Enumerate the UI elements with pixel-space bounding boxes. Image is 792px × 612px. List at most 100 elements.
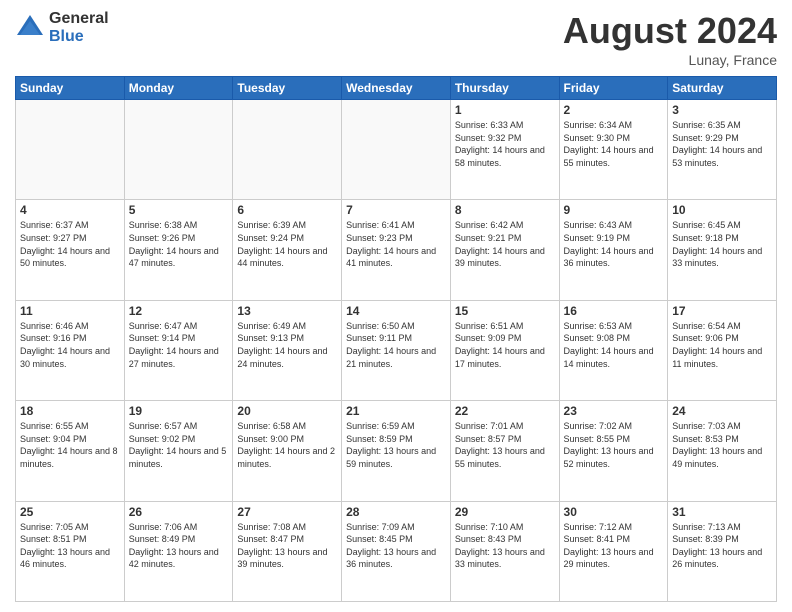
calendar-table: Sunday Monday Tuesday Wednesday Thursday… <box>15 76 777 602</box>
day-info: Sunrise: 6:34 AM Sunset: 9:30 PM Dayligh… <box>564 119 664 169</box>
day-number: 11 <box>20 304 120 318</box>
day-number: 17 <box>672 304 772 318</box>
week-row-1: 1 Sunrise: 6:33 AM Sunset: 9:32 PM Daylig… <box>16 100 777 200</box>
day-number: 1 <box>455 103 555 117</box>
day-cell-3-3: 21 Sunrise: 6:59 AM Sunset: 8:59 PM Dayli… <box>342 401 451 501</box>
day-cell-1-3: 7 Sunrise: 6:41 AM Sunset: 9:23 PM Daylig… <box>342 200 451 300</box>
day-cell-1-6: 10Sunrise: 6:45 AM Sunset: 9:18 PM Dayli… <box>668 200 777 300</box>
day-info: Sunrise: 6:41 AM Sunset: 9:23 PM Dayligh… <box>346 219 446 269</box>
day-cell-0-2 <box>233 100 342 200</box>
day-cell-0-5: 2 Sunrise: 6:34 AM Sunset: 9:30 PM Daylig… <box>559 100 668 200</box>
day-info: Sunrise: 6:38 AM Sunset: 9:26 PM Dayligh… <box>129 219 229 269</box>
day-number: 24 <box>672 404 772 418</box>
day-number: 13 <box>237 304 337 318</box>
day-info: Sunrise: 6:49 AM Sunset: 9:13 PM Dayligh… <box>237 320 337 370</box>
day-cell-3-1: 19Sunrise: 6:57 AM Sunset: 9:02 PM Dayli… <box>124 401 233 501</box>
day-info: Sunrise: 7:06 AM Sunset: 8:49 PM Dayligh… <box>129 521 229 571</box>
day-info: Sunrise: 6:33 AM Sunset: 9:32 PM Dayligh… <box>455 119 555 169</box>
day-info: Sunrise: 6:39 AM Sunset: 9:24 PM Dayligh… <box>237 219 337 269</box>
day-info: Sunrise: 6:58 AM Sunset: 9:00 PM Dayligh… <box>237 420 337 470</box>
day-info: Sunrise: 7:03 AM Sunset: 8:53 PM Dayligh… <box>672 420 772 470</box>
day-cell-2-2: 13 Sunrise: 6:49 AM Sunset: 9:13 PM Dayli… <box>233 300 342 400</box>
day-cell-1-1: 5 Sunrise: 6:38 AM Sunset: 9:26 PM Daylig… <box>124 200 233 300</box>
col-sunday: Sunday <box>16 77 125 100</box>
week-row-3: 11Sunrise: 6:46 AM Sunset: 9:16 PM Dayli… <box>16 300 777 400</box>
logo-text: General Blue <box>49 10 109 45</box>
location: Lunay, France <box>563 52 777 68</box>
day-info: Sunrise: 6:54 AM Sunset: 9:06 PM Dayligh… <box>672 320 772 370</box>
header: General Blue August 2024 Lunay, France <box>15 10 777 68</box>
day-cell-3-5: 23Sunrise: 7:02 AM Sunset: 8:55 PM Dayli… <box>559 401 668 501</box>
week-row-2: 4Sunrise: 6:37 AM Sunset: 9:27 PM Daylig… <box>16 200 777 300</box>
day-cell-3-4: 22 Sunrise: 7:01 AM Sunset: 8:57 PM Dayli… <box>450 401 559 501</box>
day-info: Sunrise: 7:01 AM Sunset: 8:57 PM Dayligh… <box>455 420 555 470</box>
day-info: Sunrise: 7:13 AM Sunset: 8:39 PM Dayligh… <box>672 521 772 571</box>
day-info: Sunrise: 7:08 AM Sunset: 8:47 PM Dayligh… <box>237 521 337 571</box>
month-title: August 2024 <box>563 10 777 52</box>
day-cell-0-4: 1 Sunrise: 6:33 AM Sunset: 9:32 PM Daylig… <box>450 100 559 200</box>
day-number: 31 <box>672 505 772 519</box>
day-cell-4-3: 28Sunrise: 7:09 AM Sunset: 8:45 PM Dayli… <box>342 501 451 601</box>
day-cell-4-2: 27Sunrise: 7:08 AM Sunset: 8:47 PM Dayli… <box>233 501 342 601</box>
day-cell-2-4: 15Sunrise: 6:51 AM Sunset: 9:09 PM Dayli… <box>450 300 559 400</box>
col-thursday: Thursday <box>450 77 559 100</box>
day-info: Sunrise: 6:35 AM Sunset: 9:29 PM Dayligh… <box>672 119 772 169</box>
day-cell-3-2: 20 Sunrise: 6:58 AM Sunset: 9:00 PM Dayli… <box>233 401 342 501</box>
day-number: 29 <box>455 505 555 519</box>
day-cell-2-1: 12 Sunrise: 6:47 AM Sunset: 9:14 PM Dayli… <box>124 300 233 400</box>
day-info: Sunrise: 7:10 AM Sunset: 8:43 PM Dayligh… <box>455 521 555 571</box>
day-cell-1-2: 6 Sunrise: 6:39 AM Sunset: 9:24 PM Daylig… <box>233 200 342 300</box>
day-number: 10 <box>672 203 772 217</box>
day-number: 22 <box>455 404 555 418</box>
day-cell-4-0: 25Sunrise: 7:05 AM Sunset: 8:51 PM Dayli… <box>16 501 125 601</box>
logo-general: General <box>49 10 109 28</box>
day-number: 30 <box>564 505 664 519</box>
day-number: 7 <box>346 203 446 217</box>
day-cell-2-0: 11Sunrise: 6:46 AM Sunset: 9:16 PM Dayli… <box>16 300 125 400</box>
calendar-header: Sunday Monday Tuesday Wednesday Thursday… <box>16 77 777 100</box>
day-cell-0-3 <box>342 100 451 200</box>
day-number: 20 <box>237 404 337 418</box>
logo: General Blue <box>15 10 109 45</box>
day-info: Sunrise: 7:12 AM Sunset: 8:41 PM Dayligh… <box>564 521 664 571</box>
day-info: Sunrise: 6:53 AM Sunset: 9:08 PM Dayligh… <box>564 320 664 370</box>
day-number: 6 <box>237 203 337 217</box>
col-tuesday: Tuesday <box>233 77 342 100</box>
day-cell-1-4: 8Sunrise: 6:42 AM Sunset: 9:21 PM Daylig… <box>450 200 559 300</box>
day-cell-1-5: 9 Sunrise: 6:43 AM Sunset: 9:19 PM Daylig… <box>559 200 668 300</box>
day-cell-4-4: 29 Sunrise: 7:10 AM Sunset: 8:43 PM Dayli… <box>450 501 559 601</box>
day-cell-0-6: 3Sunrise: 6:35 AM Sunset: 9:29 PM Daylig… <box>668 100 777 200</box>
day-info: Sunrise: 7:09 AM Sunset: 8:45 PM Dayligh… <box>346 521 446 571</box>
week-row-4: 18 Sunrise: 6:55 AM Sunset: 9:04 PM Dayli… <box>16 401 777 501</box>
day-number: 26 <box>129 505 229 519</box>
day-info: Sunrise: 6:55 AM Sunset: 9:04 PM Dayligh… <box>20 420 120 470</box>
col-monday: Monday <box>124 77 233 100</box>
day-cell-2-6: 17 Sunrise: 6:54 AM Sunset: 9:06 PM Dayli… <box>668 300 777 400</box>
day-number: 2 <box>564 103 664 117</box>
day-number: 16 <box>564 304 664 318</box>
day-cell-4-5: 30 Sunrise: 7:12 AM Sunset: 8:41 PM Dayli… <box>559 501 668 601</box>
day-number: 21 <box>346 404 446 418</box>
day-number: 9 <box>564 203 664 217</box>
day-number: 5 <box>129 203 229 217</box>
day-cell-1-0: 4Sunrise: 6:37 AM Sunset: 9:27 PM Daylig… <box>16 200 125 300</box>
col-saturday: Saturday <box>668 77 777 100</box>
day-info: Sunrise: 7:02 AM Sunset: 8:55 PM Dayligh… <box>564 420 664 470</box>
title-block: August 2024 Lunay, France <box>563 10 777 68</box>
day-number: 19 <box>129 404 229 418</box>
day-info: Sunrise: 6:51 AM Sunset: 9:09 PM Dayligh… <box>455 320 555 370</box>
day-cell-3-0: 18 Sunrise: 6:55 AM Sunset: 9:04 PM Dayli… <box>16 401 125 501</box>
day-info: Sunrise: 6:47 AM Sunset: 9:14 PM Dayligh… <box>129 320 229 370</box>
page: General Blue August 2024 Lunay, France S… <box>0 0 792 612</box>
day-info: Sunrise: 7:05 AM Sunset: 8:51 PM Dayligh… <box>20 521 120 571</box>
day-number: 18 <box>20 404 120 418</box>
day-number: 14 <box>346 304 446 318</box>
day-number: 12 <box>129 304 229 318</box>
day-info: Sunrise: 6:59 AM Sunset: 8:59 PM Dayligh… <box>346 420 446 470</box>
day-info: Sunrise: 6:50 AM Sunset: 9:11 PM Dayligh… <box>346 320 446 370</box>
day-cell-4-1: 26 Sunrise: 7:06 AM Sunset: 8:49 PM Dayli… <box>124 501 233 601</box>
day-cell-0-0 <box>16 100 125 200</box>
day-info: Sunrise: 6:43 AM Sunset: 9:19 PM Dayligh… <box>564 219 664 269</box>
day-number: 8 <box>455 203 555 217</box>
day-info: Sunrise: 6:37 AM Sunset: 9:27 PM Dayligh… <box>20 219 120 269</box>
